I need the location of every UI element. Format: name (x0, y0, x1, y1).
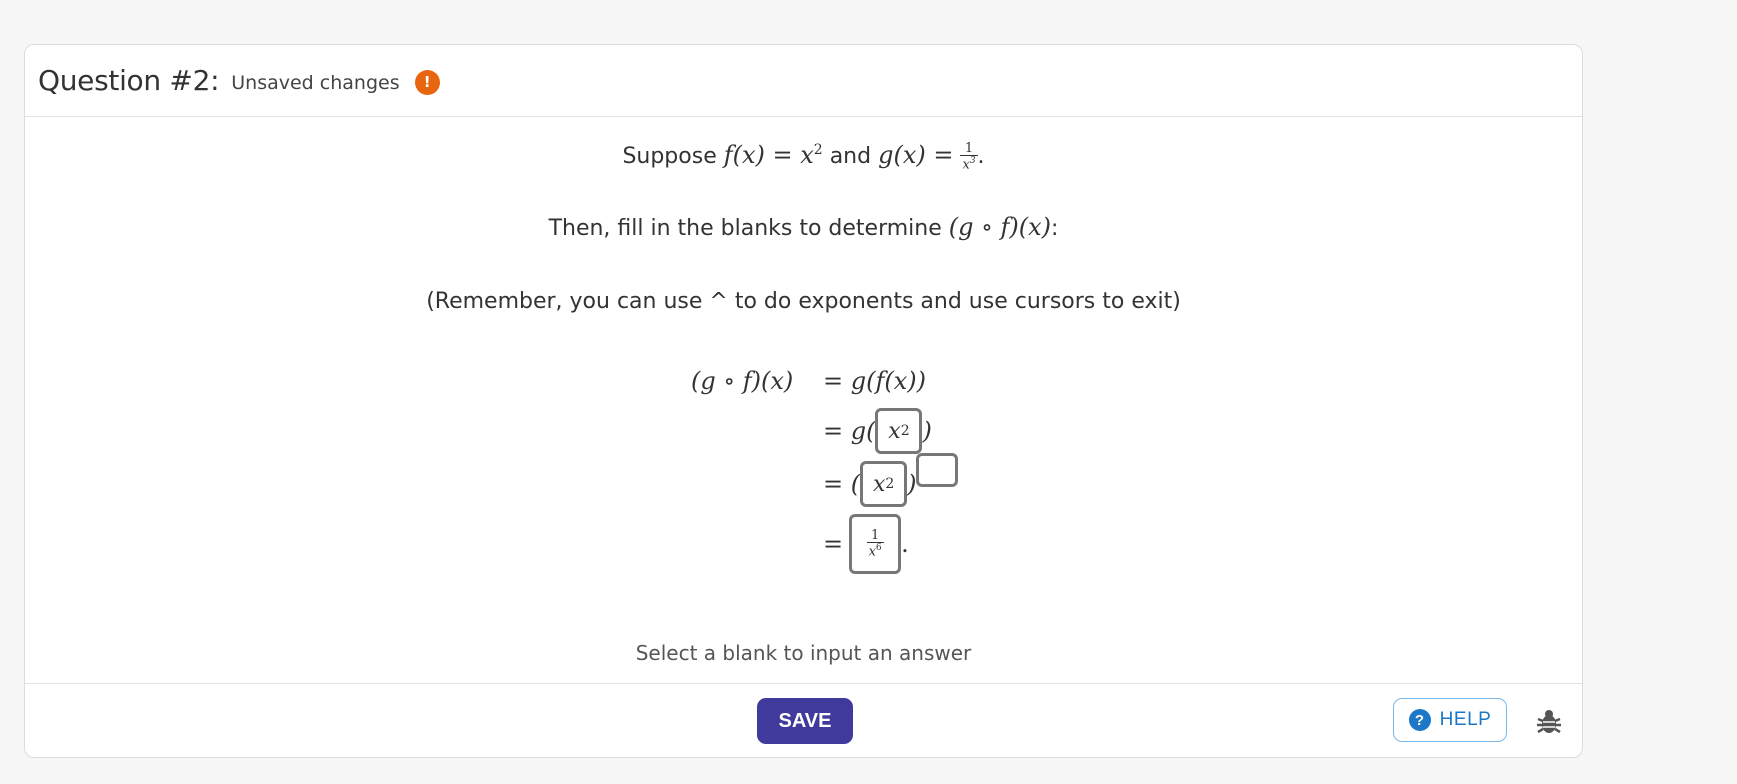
question-header: Question #2: Unsaved changes ! (25, 45, 1582, 117)
question-title: Question #2: (38, 64, 220, 97)
derivation-row-4: = 1 x6 . (823, 514, 909, 574)
question-body: Suppose f(x) = x2 and g(x) = 1 x3 . Then… (25, 117, 1582, 684)
unsaved-status: Unsaved changes (231, 71, 400, 94)
question-card: Question #2: Unsaved changes ! Suppose f… (24, 44, 1583, 758)
bug-icon[interactable] (1535, 708, 1563, 736)
question-circle-icon: ? (1408, 709, 1431, 731)
derivation-row-2: = g( x2 ) (823, 408, 932, 454)
g-definition: g(x) = (878, 141, 954, 169)
and-word: and (829, 144, 872, 169)
exclamation-circle-icon: ! (414, 69, 440, 95)
derivation-lhs: (g ∘ f)(x) (691, 367, 794, 395)
save-button[interactable]: SAVE (757, 698, 853, 744)
reminder-text: (Remember, you can use ^ to do exponents… (426, 289, 1181, 314)
help-label: HELP (1439, 709, 1492, 730)
answer-blank-1[interactable]: x2 (875, 408, 923, 454)
intro-prefix: Suppose (622, 144, 717, 169)
instruction: Then, fill in the blanks to determine (g… (548, 213, 1059, 241)
instruction-prefix: Then, fill in the blanks to determine (548, 216, 942, 241)
composition-expression: (g ∘ f)(x) (948, 213, 1052, 241)
problem-statement: Suppose f(x) = x2 and g(x) = 1 x3 . (622, 141, 985, 173)
g-fraction: 1 x3 (960, 141, 978, 173)
derivation-row-3: = ( x2 ) (823, 453, 959, 507)
answer-blank-final[interactable]: 1 x6 (849, 514, 902, 574)
derivation-row-1: = g(f(x)) (823, 367, 926, 395)
question-footer: SAVE ? HELP (25, 684, 1582, 760)
f-definition: f(x) = x2 (723, 141, 823, 169)
answer-blank-2[interactable]: x2 (860, 461, 908, 507)
input-hint: Select a blank to input an answer (635, 641, 972, 665)
answer-blank-exponent[interactable] (916, 453, 959, 487)
help-button[interactable]: ? HELP (1393, 698, 1507, 742)
